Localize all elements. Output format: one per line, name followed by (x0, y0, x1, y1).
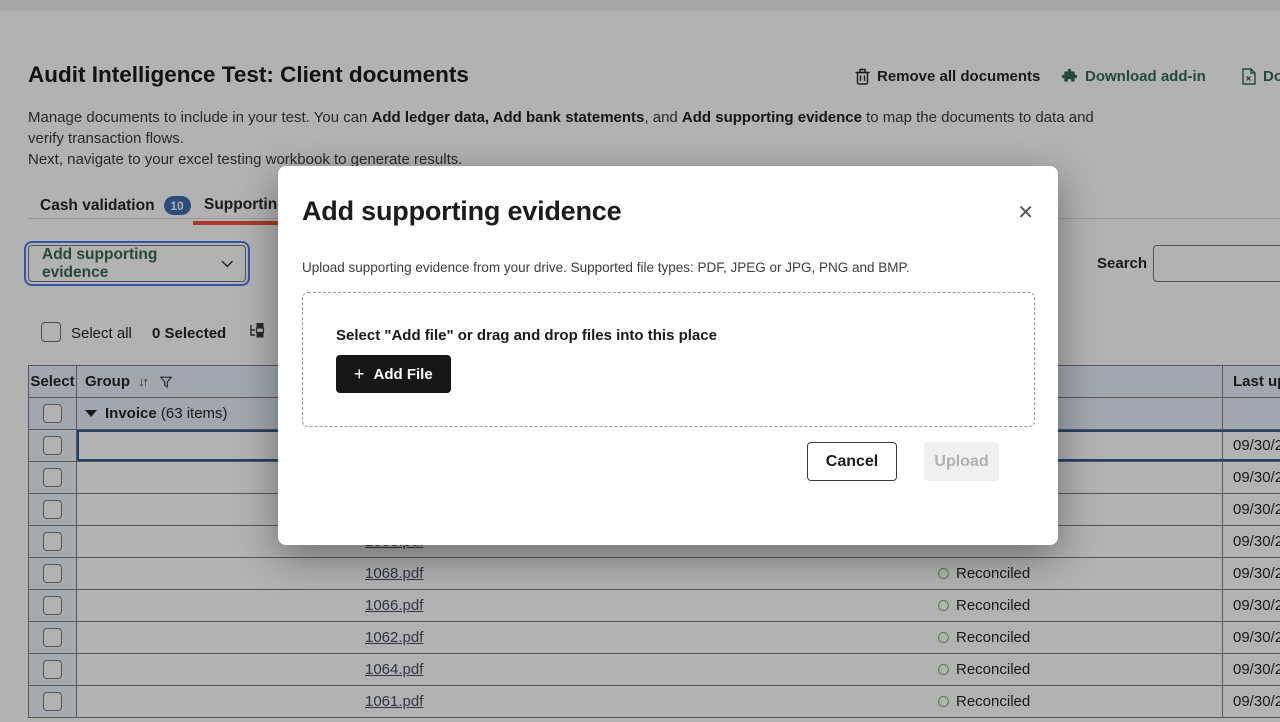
file-dropzone[interactable]: Select "Add file" or drag and drop files… (302, 292, 1035, 427)
add-file-button[interactable]: + Add File (336, 355, 451, 393)
close-icon[interactable]: ✕ (1017, 203, 1034, 223)
upload-button[interactable]: Upload (924, 442, 999, 481)
add-file-label: Add File (374, 366, 433, 383)
plus-icon: + (354, 364, 365, 385)
dialog-title: Add supporting evidence (302, 196, 621, 227)
cancel-button[interactable]: Cancel (807, 442, 897, 481)
add-supporting-evidence-dialog: Add supporting evidence ✕ Upload support… (278, 166, 1058, 545)
dialog-description: Upload supporting evidence from your dri… (302, 260, 910, 275)
app-window: Audit Intelligence Test: Client document… (0, 0, 1280, 722)
dropzone-instructions: Select "Add file" or drag and drop files… (336, 327, 717, 344)
